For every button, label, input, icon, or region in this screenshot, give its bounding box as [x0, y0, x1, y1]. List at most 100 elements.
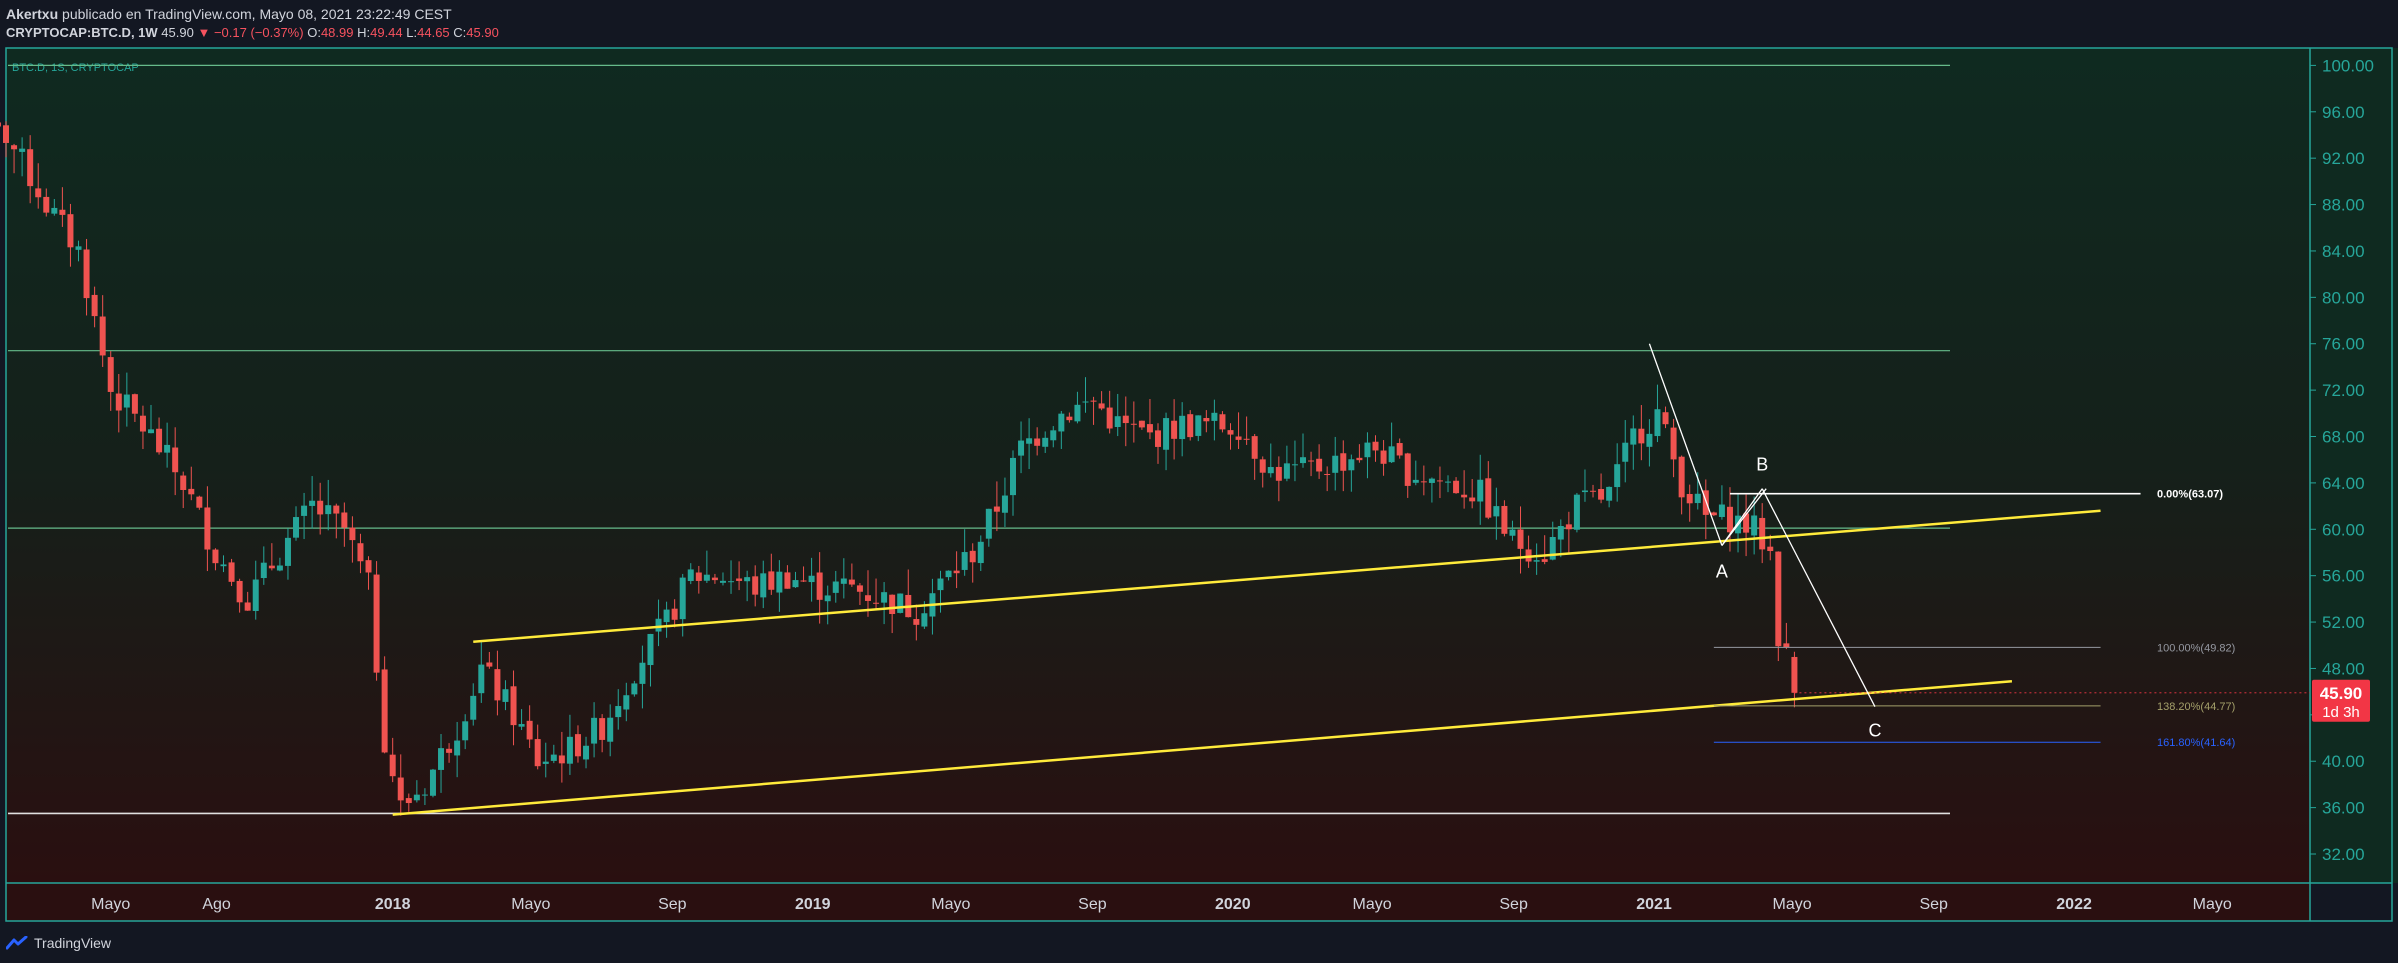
candle-body — [212, 549, 219, 564]
author-name[interactable]: Akertxu — [6, 6, 58, 22]
price-tick-label: 92.00 — [2322, 149, 2365, 168]
candle-body — [1283, 463, 1290, 479]
candle-body — [373, 574, 380, 673]
candle-body — [1300, 457, 1307, 464]
candle-body — [784, 572, 791, 589]
candle-body — [196, 496, 203, 508]
candle-body — [75, 246, 82, 250]
candle-body — [1001, 495, 1008, 513]
candle-body — [164, 444, 171, 453]
candle-body — [1163, 418, 1170, 450]
candle-body — [1654, 409, 1661, 437]
candle-body — [1155, 430, 1161, 447]
candle-body — [1485, 478, 1492, 518]
candle-body — [438, 748, 445, 770]
high-value: 49.44 — [370, 25, 403, 40]
candle-body — [1412, 479, 1419, 483]
candle-body — [317, 500, 324, 515]
candle-body — [840, 578, 847, 584]
candle-body — [550, 754, 557, 761]
candle-body — [1573, 494, 1580, 530]
chart-canvas[interactable]: BTC.D, 1S, CRYPTOCAP 0.00%(63.07) 100.00%… — [0, 0, 2398, 963]
tradingview-brand[interactable]: TradingView — [6, 935, 111, 951]
candle-body — [27, 149, 34, 187]
price-tick-label: 88.00 — [2322, 196, 2365, 215]
candle-body — [1009, 457, 1016, 496]
candle-body — [333, 505, 340, 514]
price-tag-countdown: 1d 3h — [2322, 704, 2360, 721]
price-tick-label: 48.00 — [2322, 659, 2365, 678]
candle-body — [252, 579, 259, 611]
candle-body — [1581, 490, 1588, 493]
candle-body — [1493, 506, 1500, 517]
candle-body — [502, 689, 509, 702]
candle-body — [1388, 446, 1395, 463]
candle-body — [1694, 493, 1701, 504]
candle-body — [180, 475, 187, 490]
candle-body — [0, 122, 1, 127]
candle-body — [1211, 412, 1218, 421]
candle-body — [1678, 456, 1685, 498]
low-label: L: — [406, 25, 418, 40]
candle-body — [413, 794, 420, 801]
candle-body — [148, 429, 155, 434]
candle-body — [365, 560, 372, 573]
symbol-name[interactable]: CRYPTOCAP:BTC.D, 1W — [6, 25, 158, 40]
candle-body — [494, 669, 501, 701]
candle-body — [1332, 455, 1339, 473]
publish-info: Akertxu publicado en TradingView.com, Ma… — [6, 6, 452, 22]
candle-body — [1565, 524, 1572, 530]
candle-body — [1428, 478, 1435, 483]
candle-body — [695, 572, 702, 581]
candle-body — [1404, 453, 1411, 486]
candle-body — [510, 686, 517, 726]
candle-body — [1469, 497, 1476, 502]
pane-legend: BTC.D, 1S, CRYPTOCAP — [12, 62, 139, 74]
tradingview-logo-icon — [6, 936, 28, 950]
candle-body — [1380, 450, 1387, 464]
candle-body — [83, 249, 90, 299]
candle-body — [397, 777, 404, 801]
candle-body — [1461, 494, 1468, 498]
brand-name: TradingView — [34, 935, 112, 951]
candle-body — [1203, 418, 1210, 422]
price-tick-label: 100.00 — [2322, 56, 2374, 75]
candle-body — [1477, 479, 1484, 502]
candle-body — [470, 695, 477, 720]
time-tick-label: Sep — [1499, 896, 1528, 913]
candle-body — [59, 209, 66, 215]
candle-body — [1718, 504, 1725, 517]
candle-body — [566, 736, 573, 764]
candle-body — [1662, 412, 1669, 425]
candle-body — [301, 505, 308, 516]
price-tick-label: 80.00 — [2322, 288, 2365, 307]
candle-body — [856, 585, 863, 592]
candle-body — [1098, 403, 1105, 409]
candle-body — [792, 580, 799, 588]
candle-body — [381, 669, 388, 753]
candle-body — [1356, 457, 1363, 461]
candle-body — [728, 581, 735, 583]
price-tick-label: 56.00 — [2322, 567, 2365, 586]
candle-body — [1235, 436, 1242, 440]
candle-body — [1686, 493, 1693, 504]
candle-body — [1243, 438, 1250, 440]
candle-body — [703, 574, 710, 581]
candle-body — [1630, 428, 1637, 445]
candle-body — [1042, 437, 1049, 447]
candle-body-last — [1791, 656, 1798, 693]
candle-body — [1453, 480, 1460, 494]
candle-body — [518, 724, 525, 727]
candle-body — [1146, 424, 1153, 433]
candle-body — [1114, 416, 1121, 428]
candle-body — [1122, 415, 1129, 424]
candle-body — [131, 394, 138, 414]
symbol-info: CRYPTOCAP:BTC.D, 1W 45.90 ▼ −0.17 (−0.37… — [6, 25, 499, 40]
candle-body — [1259, 459, 1266, 473]
candle-body — [1372, 441, 1379, 451]
candle-body — [91, 294, 98, 317]
candle-body — [19, 148, 26, 152]
candle-body — [776, 571, 783, 593]
candle-body — [744, 577, 751, 582]
candle-body — [67, 214, 74, 248]
